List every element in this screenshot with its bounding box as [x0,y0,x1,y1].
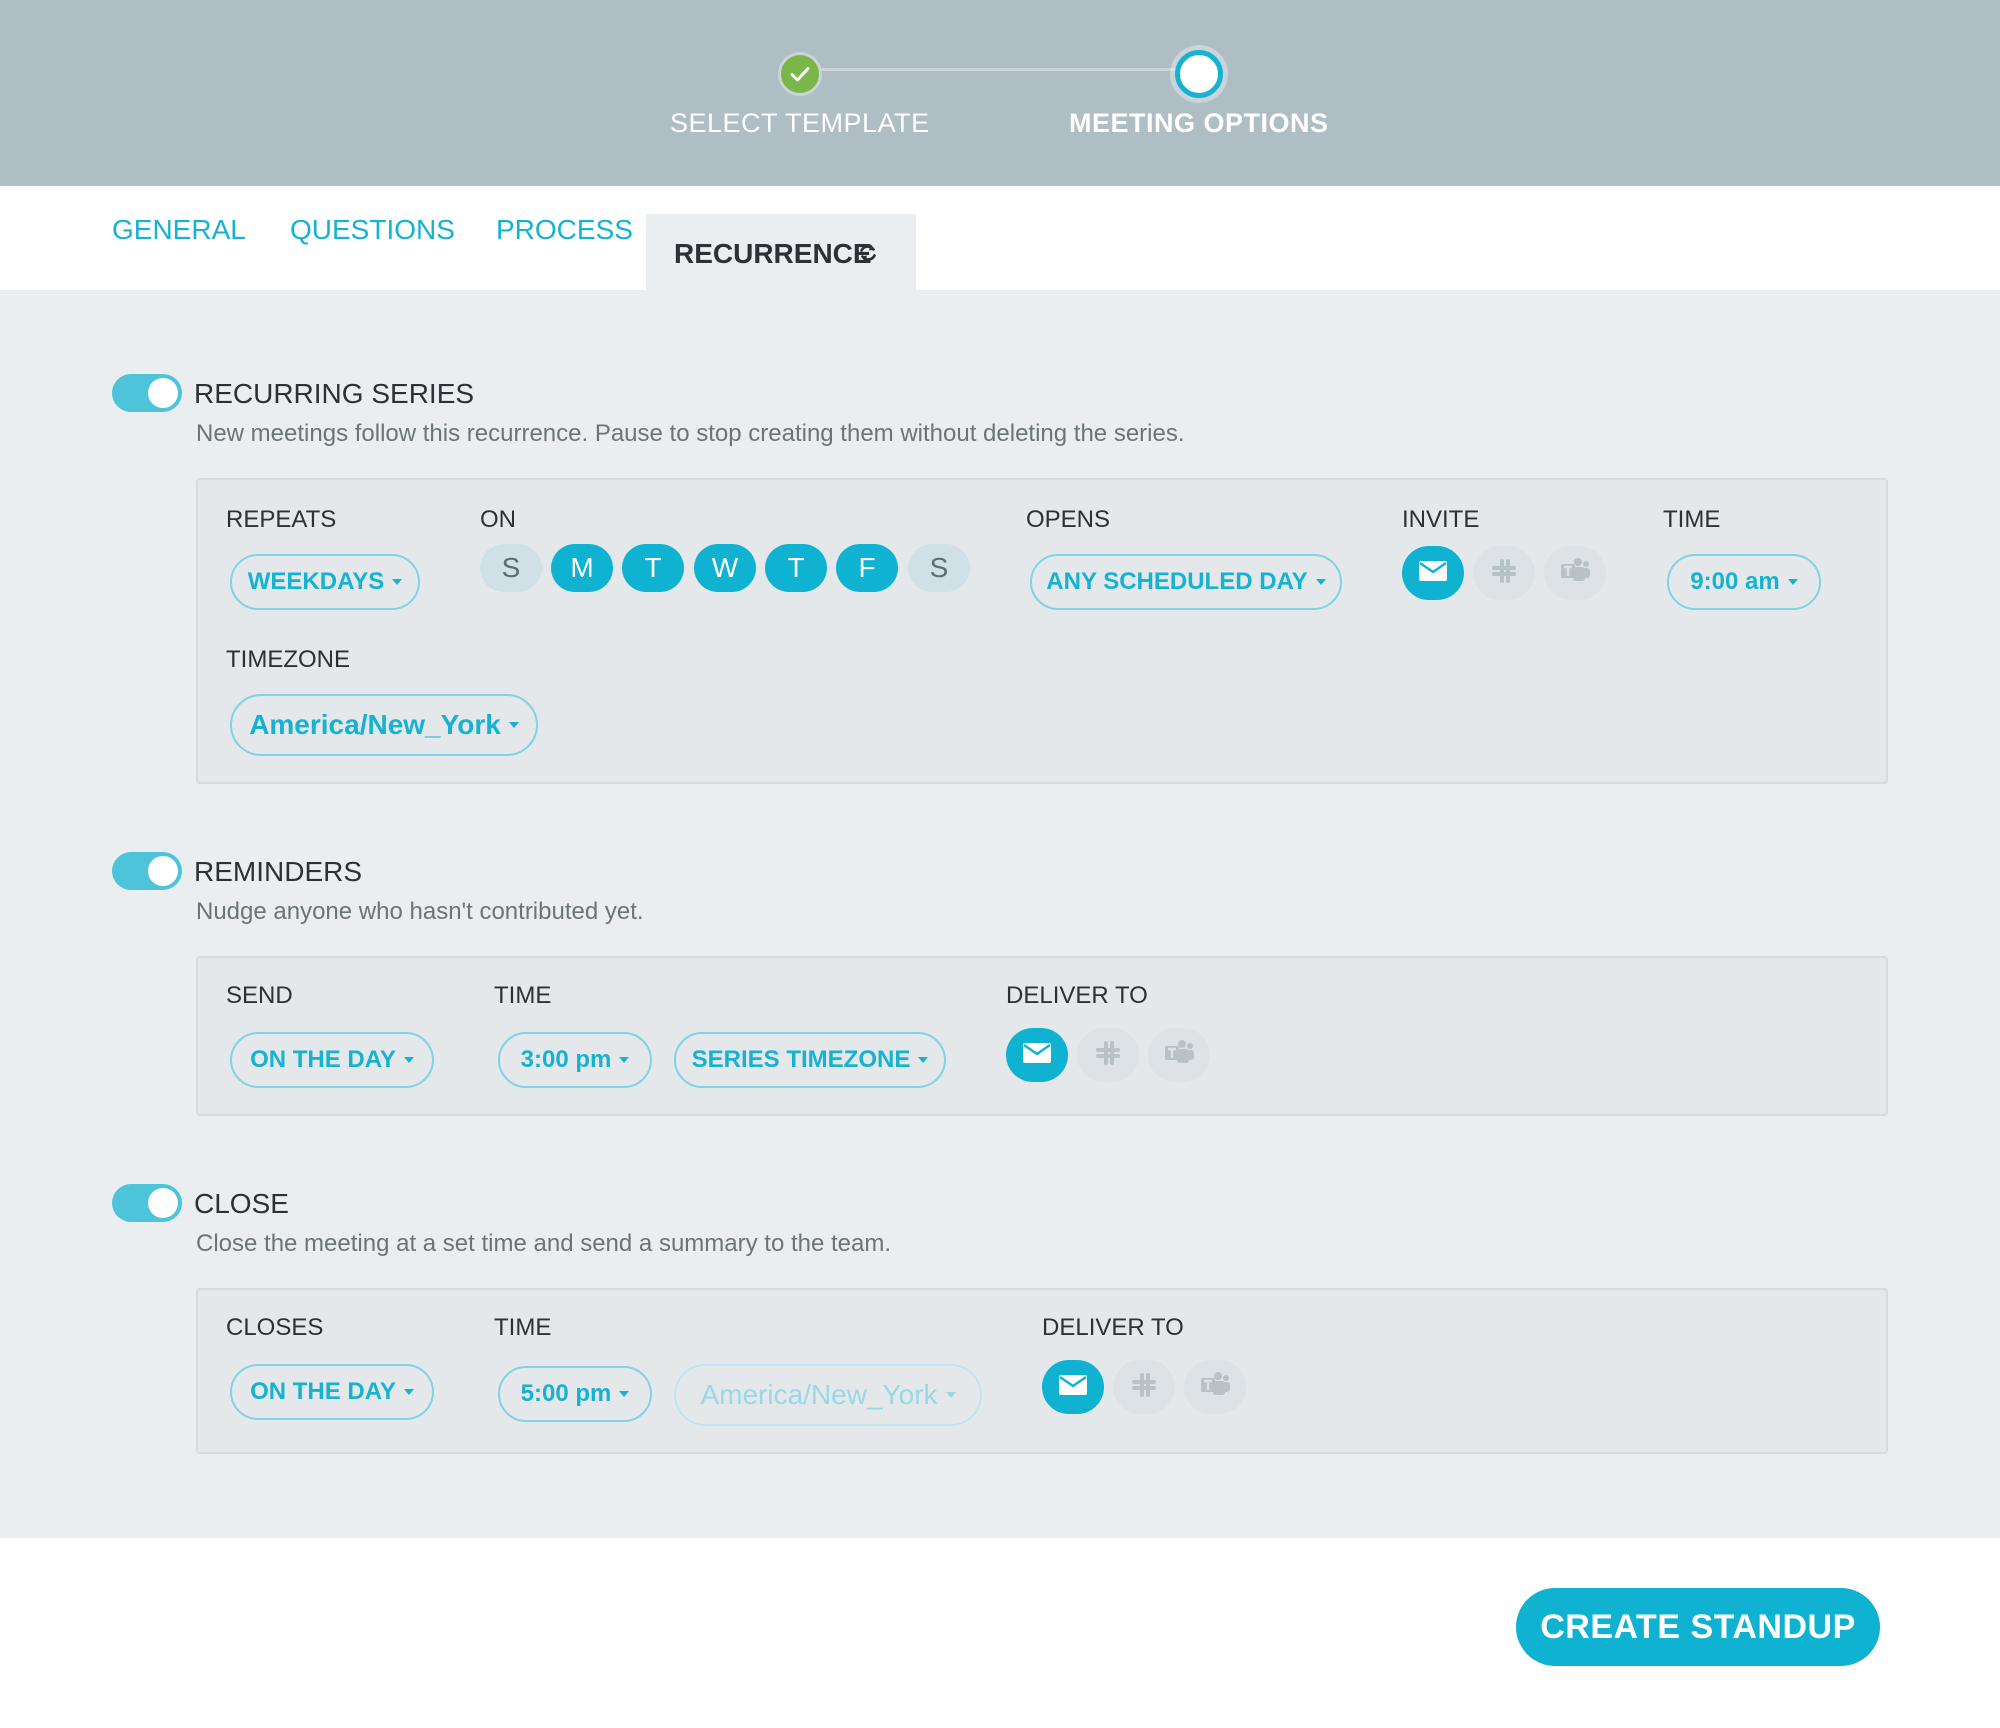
email-icon [1058,1374,1088,1401]
tab-recurrence-label: RECURRENCE [674,238,872,269]
invite-teams-button[interactable] [1544,546,1606,600]
close-time-value: 5:00 pm [520,1380,612,1407]
close-timezone-dropdown: America/New_York [674,1364,982,1426]
day-monday[interactable]: M [551,544,613,592]
timezone-label: TIMEZONE [226,646,350,673]
start-time-value: 9:00 am [1690,568,1780,595]
create-standup-button[interactable]: CREATE STANDUP [1516,1588,1880,1666]
day-wednesday[interactable]: W [694,544,756,592]
reminder-time-dropdown[interactable]: 3:00 pm [498,1032,652,1088]
chevron-down-icon [619,1057,630,1063]
day-tuesday[interactable]: T [622,544,684,592]
step-label-select-template[interactable]: SELECT TEMPLATE [670,108,930,139]
tab-general[interactable]: GENERAL [112,214,246,246]
step-current-indicator [1175,50,1223,98]
slack-icon [1489,556,1519,591]
recurring-series-settings: REPEATS WEEKDAYS ON S M T W T F S OPENS … [196,478,1888,784]
reminder-time-label: TIME [494,982,552,1009]
slack-icon [1093,1038,1123,1073]
invite-label: INVITE [1402,506,1480,533]
day-sunday[interactable]: S [480,544,542,592]
send-dropdown[interactable]: ON THE DAY [230,1032,434,1088]
chevron-down-icon [403,1057,414,1063]
closes-label: CLOSES [226,1314,324,1341]
toggle-knob [148,1188,178,1218]
reminder-deliver-label: DELIVER TO [1006,982,1148,1009]
teams-icon [1163,1038,1195,1073]
close-time-label: TIME [494,1314,552,1341]
timezone-value: America/New_York [249,709,501,740]
chevron-down-icon [918,1057,929,1063]
stepper-connector [799,68,1199,71]
recurring-series-toggle[interactable] [112,374,182,412]
chevron-down-icon [1787,579,1798,585]
toggle-knob [148,856,178,886]
on-label: ON [480,506,516,533]
close-time-dropdown[interactable]: 5:00 pm [498,1366,652,1422]
chevron-down-icon [1315,579,1326,585]
close-description: Close the meeting at a set time and send… [196,1230,892,1257]
opens-value: ANY SCHEDULED DAY [1046,568,1308,595]
tab-recurrence[interactable]: RECURRENCE [646,214,916,290]
teams-icon [1559,556,1591,591]
reminder-email-button[interactable] [1006,1028,1068,1082]
start-time-dropdown[interactable]: 9:00 am [1667,554,1821,610]
repeats-value: WEEKDAYS [247,568,385,595]
invite-slack-button[interactable] [1473,546,1535,600]
recurring-series-description: New meetings follow this recurrence. Pau… [196,420,1185,447]
step-label-meeting-options: MEETING OPTIONS [1069,108,1329,138]
timezone-dropdown[interactable]: America/New_York [230,694,538,756]
opens-label: OPENS [1026,506,1111,533]
reminder-teams-button[interactable] [1148,1028,1210,1082]
repeats-label: REPEATS [226,506,337,533]
reminder-slack-button[interactable] [1077,1028,1139,1082]
reminder-time-value: 3:00 pm [520,1046,612,1073]
chevron-down-icon [392,579,403,585]
chevron-down-icon [508,722,519,728]
email-icon [1022,1042,1052,1069]
refresh-icon [856,241,880,265]
invite-email-button[interactable] [1402,546,1464,600]
chevron-down-icon [945,1392,956,1398]
chevron-down-icon [619,1391,630,1397]
tab-questions[interactable]: QUESTIONS [290,214,455,246]
options-tabs: GENERAL QUESTIONS PROCESS RECURRENCE [0,186,2000,290]
close-timezone-value: America/New_York [700,1379,938,1410]
reminder-timezone-value: SERIES TIMEZONE [691,1046,911,1073]
closes-dropdown[interactable]: ON THE DAY [230,1364,434,1420]
opens-dropdown[interactable]: ANY SCHEDULED DAY [1030,554,1342,610]
day-saturday[interactable]: S [908,544,970,592]
recurring-series-title: RECURRING SERIES [194,378,475,409]
toggle-knob [148,378,178,408]
teams-icon [1199,1370,1231,1405]
email-icon [1418,560,1448,587]
reminders-toggle[interactable] [112,852,182,890]
slack-icon [1129,1370,1159,1405]
reminders-description: Nudge anyone who hasn't contributed yet. [196,898,644,925]
day-thursday[interactable]: T [765,544,827,592]
close-deliver-label: DELIVER TO [1042,1314,1184,1341]
repeats-dropdown[interactable]: WEEKDAYS [230,554,420,610]
recurrence-panel: RECURRING SERIES New meetings follow thi… [0,290,2000,1538]
send-value: ON THE DAY [250,1046,396,1073]
close-toggle[interactable] [112,1184,182,1222]
close-slack-button[interactable] [1113,1360,1175,1414]
close-settings: CLOSES ON THE DAY TIME 5:00 pm America/N… [196,1288,1888,1454]
send-label: SEND [226,982,293,1009]
closes-value: ON THE DAY [250,1378,396,1405]
step-done-check-icon[interactable] [778,52,822,96]
close-title: CLOSE [194,1188,289,1219]
reminders-title: REMINDERS [194,856,363,887]
day-friday[interactable]: F [836,544,898,592]
reminders-settings: SEND ON THE DAY TIME 3:00 pm SERIES TIME… [196,956,1888,1116]
close-email-button[interactable] [1042,1360,1104,1414]
chevron-down-icon [403,1389,414,1395]
close-teams-button[interactable] [1184,1360,1246,1414]
reminder-timezone-dropdown[interactable]: SERIES TIMEZONE [674,1032,946,1088]
tab-process[interactable]: PROCESS [496,214,633,246]
progress-stepper: SELECT TEMPLATE MEETING OPTIONS [0,0,2000,186]
time-label: TIME [1663,506,1721,533]
